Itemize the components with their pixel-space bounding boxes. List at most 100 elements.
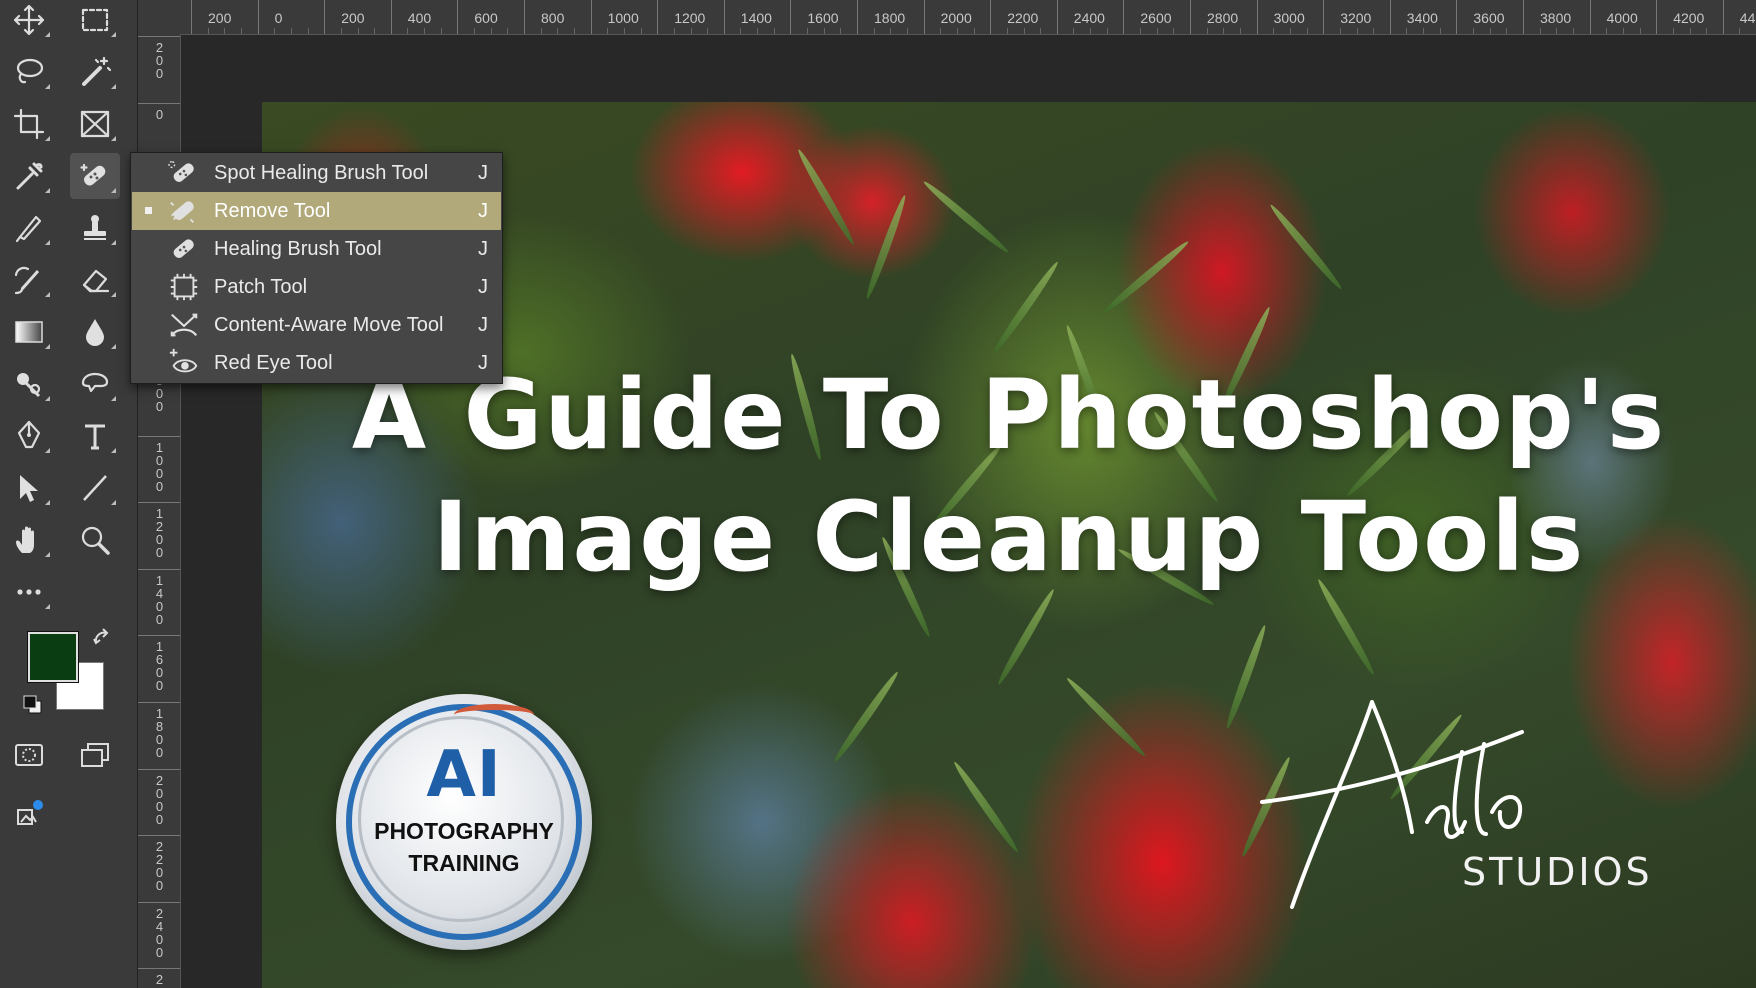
smudge-icon[interactable]	[70, 361, 120, 407]
type-icon[interactable]	[70, 413, 120, 459]
gradient-icon[interactable]	[4, 309, 54, 355]
ruler-minor-tick	[1706, 28, 1708, 34]
ruler-tick: 4000	[1589, 0, 1638, 34]
menu-item-shortcut: J	[478, 314, 488, 336]
ruler-tick: 0	[257, 0, 282, 34]
aiello-signature-logo	[1260, 700, 1524, 909]
ruler-minor-tick	[573, 28, 575, 34]
eraser-icon[interactable]	[70, 257, 120, 303]
ruler-tick-label: 200	[208, 10, 232, 26]
frame-icon[interactable]	[70, 101, 120, 147]
ruler-minor-tick	[1306, 28, 1308, 34]
ruler-minor-tick	[440, 28, 442, 34]
patch-tool-icon	[170, 273, 198, 301]
move-icon[interactable]	[4, 0, 54, 43]
menu-item-content-aware-move[interactable]: Content-Aware Move Tool J	[132, 306, 501, 344]
ruler-tick-label: 1800	[874, 10, 906, 26]
ruler-tick-label: 1000	[607, 10, 639, 26]
clone-stamp-icon[interactable]	[70, 205, 120, 251]
menu-item-label: Healing Brush Tool	[214, 238, 382, 260]
ruler-tick-label: 3800	[1540, 10, 1572, 26]
tools-panel	[0, 0, 138, 988]
leaf-shape	[795, 147, 857, 247]
leaf-shape	[1267, 202, 1345, 292]
ruler-minor-tick	[1023, 28, 1025, 34]
ruler-tick-label: 400	[407, 10, 432, 26]
ruler-tick: 4200	[1656, 0, 1704, 34]
ruler-minor-tick	[1073, 28, 1075, 34]
ruler-minor-tick	[1106, 28, 1108, 34]
ruler-minor-tick	[906, 28, 908, 34]
dodge-icon[interactable]	[4, 361, 54, 407]
line-icon[interactable]	[70, 465, 120, 511]
blur-icon[interactable]	[70, 309, 120, 355]
ruler-tick: 400	[390, 0, 431, 34]
foreground-color-swatch[interactable]	[28, 632, 78, 682]
generative-icon[interactable]	[4, 792, 54, 838]
red-eye-icon	[169, 348, 198, 373]
eyedropper-icon[interactable]	[4, 153, 54, 199]
screen-mode-icon[interactable]	[70, 732, 120, 778]
ruler-minor-tick	[623, 28, 625, 34]
ruler-tick: 3600	[1456, 0, 1505, 34]
menu-item-label: Content-Aware Move Tool	[214, 314, 444, 336]
ai-photography-training-badge: AI PHOTOGRAPHY TRAINING	[336, 694, 592, 950]
magic-wand-icon[interactable]	[70, 49, 120, 95]
ruler-tick: 200	[324, 0, 365, 34]
ruler-minor-tick	[873, 28, 875, 34]
ruler-minor-tick	[1489, 28, 1491, 34]
menu-item-red-eye[interactable]: Red Eye Tool J	[132, 344, 501, 382]
menu-item-healing-brush-tool[interactable]: Healing Brush Tool J	[132, 230, 501, 268]
hand-icon[interactable]	[4, 517, 54, 563]
ruler-minor-tick	[823, 28, 825, 34]
healing-brush-icon[interactable]	[70, 153, 120, 199]
swap-colors-icon[interactable]	[92, 628, 114, 650]
ruler-minor-tick	[1173, 28, 1175, 34]
ruler-minor-tick	[640, 28, 642, 34]
ruler-tick: 3400	[1389, 0, 1438, 34]
ruler-tick-label: 1400	[740, 10, 772, 26]
ruler-origin[interactable]	[138, 0, 181, 35]
badge-ai-text: AI	[426, 738, 502, 812]
menu-item-shortcut: J	[478, 200, 488, 222]
menu-item-spot-healing-brush[interactable]: Spot Healing Brush Tool J	[132, 154, 501, 192]
ruler-tick: 3200	[1323, 0, 1371, 34]
ruler-tick-label: 0	[155, 106, 164, 122]
badge-line-1: PHOTOGRAPHY	[374, 818, 554, 844]
ruler-tick-label: 1200	[155, 506, 164, 561]
ruler-minor-tick	[374, 28, 376, 34]
ruler-tick-label: 2400	[1073, 10, 1105, 26]
ruler-minor-tick	[1289, 28, 1291, 34]
ruler-minor-tick	[773, 28, 775, 34]
marquee-icon[interactable]	[70, 0, 120, 43]
crop-icon[interactable]	[4, 101, 54, 147]
ruler-minor-tick	[890, 28, 892, 34]
more-tools-icon[interactable]	[4, 569, 54, 615]
horizontal-ruler[interactable]: 200 0 200 400 600 800 1000 1200 1400 1600 1800 2000…	[180, 0, 1756, 35]
ruler-tick: 1600	[790, 0, 839, 34]
lasso-icon[interactable]	[4, 49, 54, 95]
ruler-tick: 1200	[657, 0, 705, 34]
menu-item-remove-tool[interactable]: Remove Tool J	[132, 192, 501, 230]
quick-mask-icon[interactable]	[4, 732, 54, 778]
ruler-minor-tick	[607, 28, 609, 34]
ruler-minor-tick	[1223, 28, 1225, 34]
menu-item-shortcut: J	[478, 276, 488, 298]
ruler-tick: 2400	[1056, 0, 1105, 34]
ruler-minor-tick	[1040, 28, 1042, 34]
zoom-icon[interactable]	[70, 517, 120, 563]
ruler-minor-tick	[1506, 28, 1508, 34]
leaf-shape	[995, 587, 1057, 687]
ruler-tick: 0	[138, 102, 180, 121]
default-colors-icon[interactable]	[22, 694, 44, 716]
brush-icon[interactable]	[4, 205, 54, 251]
ruler-tick-label: 2000	[940, 10, 972, 26]
ruler-minor-tick	[224, 28, 226, 34]
pen-icon[interactable]	[4, 413, 54, 459]
ruler-minor-tick	[740, 28, 742, 34]
path-selection-icon[interactable]	[4, 465, 54, 511]
ruler-minor-tick	[1373, 28, 1375, 34]
menu-item-patch-tool[interactable]: Patch Tool J	[132, 268, 501, 306]
history-brush-icon[interactable]	[4, 257, 54, 303]
menu-item-label: Remove Tool	[214, 200, 331, 222]
